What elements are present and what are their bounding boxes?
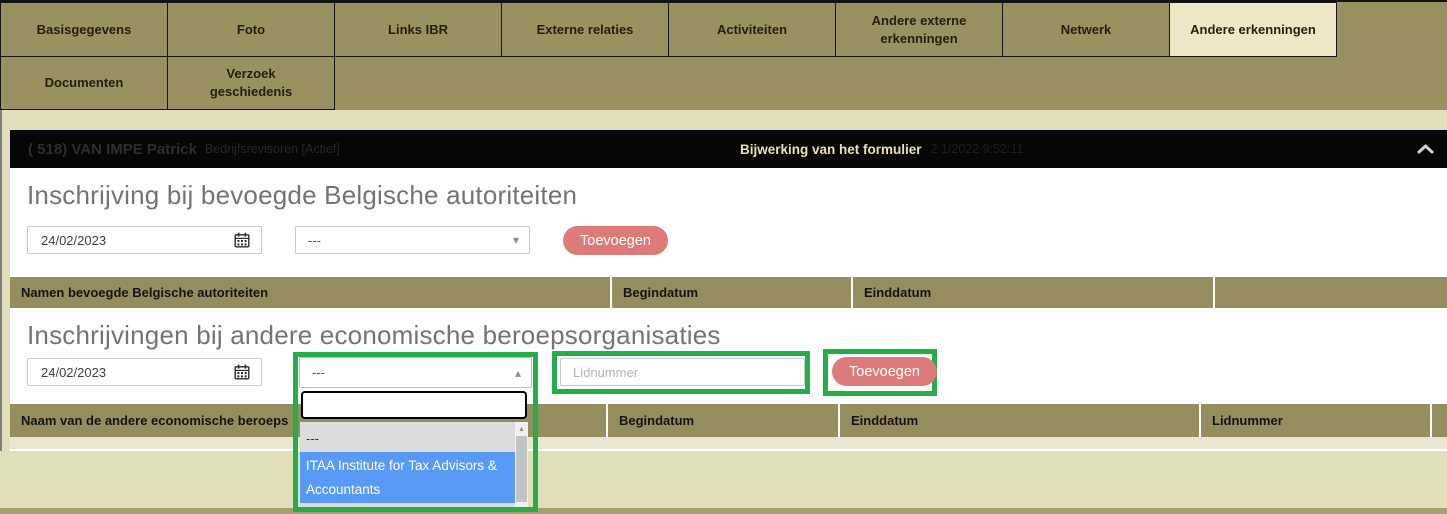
tab-label: Verzoek geschiedenis [184,65,318,100]
form-update-info: Bijwerking van het formulier 2 1/2022 9:… [740,142,1023,157]
tab-documenten[interactable]: Documenten [0,56,168,110]
record-reference: ( 518) VAN IMPE Patrick [28,141,197,158]
member-number-input[interactable] [560,358,805,386]
section2-date-value: 24/02/2023 [41,365,106,380]
column-header: Begindatum [612,277,853,308]
tab-label: Basisgegevens [37,21,132,39]
screen: Basisgegevens Foto Links IBR Externe rel… [0,0,1447,514]
calendar-icon[interactable] [234,364,250,383]
collapse-chevron-up-icon[interactable] [1417,141,1434,159]
section1-date-input[interactable]: 24/02/2023 [27,226,262,254]
section1-select-value: --- [308,233,321,248]
tab-bar: Basisgegevens Foto Links IBR Externe rel… [0,0,1447,110]
section2-table-header: Naam van de andere economische beroeps B… [10,404,1447,437]
column-header-empty [1215,277,1447,308]
section2-add-button[interactable]: Toevoegen [832,357,937,386]
tab-verzoek-geschiedenis[interactable]: Verzoek geschiedenis [167,56,335,110]
section1-date-value: 24/02/2023 [41,233,106,248]
record-status: Bedrijfsrevisoren [Actief] [205,142,340,156]
column-header: Begindatum [608,404,840,437]
tab-label: Documenten [45,74,124,92]
record-header-bar: ( 518) VAN IMPE Patrick Bedrijfsrevisore… [10,130,1447,168]
dropdown-option-none[interactable]: --- [300,422,515,452]
section2-organisation-select[interactable]: --- ▴ [299,357,532,388]
calendar-icon[interactable] [234,232,250,251]
tab-label: Links IBR [388,21,448,39]
content-panel: Inschrijving bij bevoegde Belgische auto… [10,168,1447,451]
chevron-down-icon: ▾ [513,233,519,247]
tab-andere-erkenningen-active[interactable]: Andere erkenningen [1169,2,1337,57]
dropdown-option-itaa-highlighted[interactable]: ITAA Institute for Tax Advisors & Accoun… [300,452,515,503]
column-header: Einddatum [853,277,1215,308]
section1-title: Inschrijving bij bevoegde Belgische auto… [27,180,577,211]
bottom-edge [0,508,1447,514]
tab-externe-relaties[interactable]: Externe relaties [501,2,669,57]
tab-netwerk[interactable]: Netwerk [1002,2,1170,57]
row-divider [10,449,1447,451]
left-border-line [0,110,2,451]
tab-label: Foto [237,21,265,39]
empty-table-row [10,437,1447,449]
section1-authority-select[interactable]: --- ▾ [295,226,530,254]
column-header: Namen bevoegde Belgische autoriteiten [10,277,612,308]
scroll-up-arrow-icon[interactable]: ▲ [515,422,528,436]
dropdown-search-input[interactable] [301,391,527,419]
section1-add-button[interactable]: Toevoegen [563,226,668,255]
tab-andere-externe-erkenningen[interactable]: Andere externe erkenningen [835,2,1003,57]
column-header: Einddatum [840,404,1201,437]
tab-label: Andere erkenningen [1190,21,1316,39]
dropdown-scrollbar[interactable]: ▲ [515,422,528,507]
tab-foto[interactable]: Foto [167,2,335,57]
tab-label: Activiteiten [717,21,787,39]
form-update-timestamp: 2 1/2022 9:52:11 [931,142,1024,156]
tab-label: Andere externe erkenningen [852,12,986,47]
section2-title: Inschrijvingen bij andere economische be… [27,320,721,351]
tab-label: Netwerk [1061,21,1112,39]
tab-label: Externe relaties [537,21,634,39]
chevron-up-icon: ▴ [515,366,521,380]
column-header-empty [1432,404,1447,437]
scrollbar-thumb[interactable] [516,436,527,502]
section2-select-value: --- [312,365,325,380]
dropdown-option-list: --- ITAA Institute for Tax Advisors & Ac… [300,422,528,507]
tab-basisgegevens[interactable]: Basisgegevens [0,2,168,57]
form-update-label: Bijwerking van het formulier [740,142,922,157]
tab-links-ibr[interactable]: Links IBR [334,2,502,57]
tab-activiteiten[interactable]: Activiteiten [668,2,836,57]
section1-table-header: Namen bevoegde Belgische autoriteiten Be… [10,277,1447,308]
column-header: Lidnummer [1201,404,1432,437]
section2-date-input[interactable]: 24/02/2023 [27,358,262,386]
